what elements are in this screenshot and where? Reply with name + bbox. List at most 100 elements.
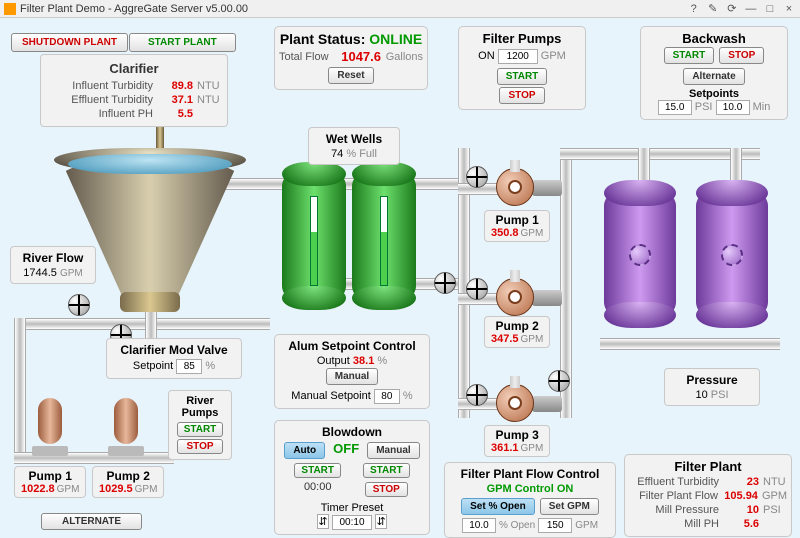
valve-icon xyxy=(466,166,488,188)
valve-icon xyxy=(466,278,488,300)
filter-pump-3-label: Pump 3 361.1GPM xyxy=(484,425,550,457)
help-icon[interactable]: ? xyxy=(687,3,701,15)
gpm-unit: GPM xyxy=(575,520,598,531)
pipe xyxy=(14,318,26,458)
filter-pumps-panel: Filter Pumps ON 1200 GPM START STOP xyxy=(458,26,586,110)
blowdown-title: Blowdown xyxy=(279,425,425,439)
window-title: Filter Plant Demo - AggreGate Server v5.… xyxy=(20,3,685,15)
alum-manual-button[interactable]: Manual xyxy=(326,368,378,385)
pct-open-input[interactable]: 10.0 xyxy=(462,518,496,533)
filter-pump-2-label: Pump 2 347.5GPM xyxy=(484,316,550,348)
total-flow-label: Total Flow xyxy=(279,51,329,63)
filter-pumps-title: Filter Pumps xyxy=(463,31,581,46)
backwash-stop-button[interactable]: STOP xyxy=(719,47,764,64)
app-icon xyxy=(4,3,16,15)
minimize-icon[interactable]: — xyxy=(744,3,758,15)
blowdown-preset-stepper-2[interactable]: ⇵ xyxy=(375,514,387,529)
alum-output-value: 38.1 xyxy=(353,355,374,367)
backwash-start-button[interactable]: START xyxy=(664,47,715,64)
blowdown-preset-stepper[interactable]: ⇵ xyxy=(317,514,329,529)
blowdown-manual-stop-button[interactable]: STOP xyxy=(365,482,408,497)
river-pump-1-icon xyxy=(32,398,68,458)
filter-pumps-start-button[interactable]: START xyxy=(497,68,548,85)
set-pct-open-button[interactable]: Set % Open xyxy=(461,498,535,515)
gpm-input[interactable]: 150 xyxy=(538,518,572,533)
total-flow-unit: Gallons xyxy=(386,51,423,63)
filter-pumps-gpm-input[interactable]: 1200 xyxy=(498,49,538,64)
blowdown-auto-start-button[interactable]: START xyxy=(294,463,341,478)
maximize-icon[interactable]: □ xyxy=(763,3,777,15)
filter-plant-panel: Filter Plant Effluent Turbidity23NTU Fil… xyxy=(624,454,792,537)
backwash-psi-input[interactable]: 15.0 xyxy=(658,100,692,115)
river-flow-value: 1744.5 xyxy=(23,267,57,279)
filter-pump-2-icon xyxy=(496,278,566,318)
total-flow-value: 1047.6 xyxy=(341,49,381,64)
alum-manual-sp-label: Manual Setpoint xyxy=(291,390,371,402)
backwash-min-unit: Min xyxy=(753,101,771,113)
backwash-min-input[interactable]: 10.0 xyxy=(716,100,750,115)
river-pumps-panel: River Pumps START STOP xyxy=(168,390,232,460)
flow-control-title: Filter Plant Flow Control xyxy=(449,467,611,481)
backwash-setpoints-label: Setpoints xyxy=(645,88,783,100)
pipe xyxy=(600,338,780,350)
set-gpm-button[interactable]: Set GPM xyxy=(540,498,599,515)
close-icon[interactable]: × xyxy=(782,3,796,15)
influent-turbidity-label: Influent Turbidity xyxy=(47,80,153,92)
blowdown-manual-button[interactable]: Manual xyxy=(367,442,419,459)
filter-pumps-stop-button[interactable]: STOP xyxy=(499,87,544,104)
filter-pumps-on-label: ON xyxy=(478,50,495,62)
alternate-button[interactable]: ALTERNATE xyxy=(41,513,142,530)
pressure-panel: Pressure 10 PSI xyxy=(664,368,760,406)
river-pumps-stop-button[interactable]: STOP xyxy=(177,439,222,454)
clarifier-mod-valve-panel: Clarifier Mod Valve Setpoint 85 % xyxy=(106,338,242,379)
pressure-title: Pressure xyxy=(671,373,753,387)
wet-wells-unit: % Full xyxy=(346,148,377,160)
blowdown-panel: Blowdown Auto OFF Manual START 00:00 STA… xyxy=(274,420,430,535)
start-plant-button[interactable]: START PLANT xyxy=(129,33,236,52)
cmv-setpoint-label: Setpoint xyxy=(133,360,173,372)
plant-status-label: Plant Status: xyxy=(280,31,366,47)
valve-icon xyxy=(434,272,456,294)
blowdown-preset-input[interactable]: 00:10 xyxy=(332,515,372,530)
backwash-panel: Backwash START STOP Alternate Setpoints … xyxy=(640,26,788,120)
filter-tank-1 xyxy=(604,184,676,324)
blowdown-auto-button[interactable]: Auto xyxy=(284,442,325,459)
river-pumps-title: River Pumps xyxy=(175,395,225,419)
filter-plant-title: Filter Plant xyxy=(629,459,787,474)
reset-button[interactable]: Reset xyxy=(328,67,373,84)
backwash-alternate-button[interactable]: Alternate xyxy=(683,68,744,85)
shutdown-plant-button[interactable]: SHUTDOWN PLANT xyxy=(11,33,128,52)
backwash-psi-unit: PSI xyxy=(695,101,713,113)
river-pump-1-label: Pump 1 1022.8GPM xyxy=(14,466,86,498)
filter-pump-1-icon xyxy=(496,168,566,208)
flow-control-panel: Filter Plant Flow Control GPM Control ON… xyxy=(444,462,616,538)
alum-title: Alum Setpoint Control xyxy=(279,339,425,353)
effluent-turbidity-unit: NTU xyxy=(197,94,221,106)
river-flow-title: River Flow xyxy=(17,251,89,265)
cmv-setpoint-unit: % xyxy=(205,360,215,372)
wet-wells-panel: Wet Wells 74 % Full xyxy=(308,127,400,165)
plant-status-value: ONLINE xyxy=(369,31,422,47)
cmv-setpoint-input[interactable]: 85 xyxy=(176,359,202,374)
river-pumps-start-button[interactable]: START xyxy=(177,422,224,437)
river-flow-panel: River Flow 1744.5 GPM xyxy=(10,246,96,284)
clarifier-panel: Clarifier Influent Turbidity 89.8 NTU Ef… xyxy=(40,54,228,127)
river-pump-2-label: Pump 2 1029.5GPM xyxy=(92,466,164,498)
blowdown-preset-label: Timer Preset xyxy=(279,502,425,514)
blowdown-timer: 00:00 xyxy=(293,481,342,493)
pct-open-unit: % Open xyxy=(499,520,535,531)
wet-well-tank-1 xyxy=(282,166,346,306)
plant-status-panel: Plant Status: ONLINE Total Flow 1047.6 G… xyxy=(274,26,428,90)
alum-manual-sp-input[interactable]: 80 xyxy=(374,389,400,404)
alum-manual-sp-unit: % xyxy=(403,390,413,402)
filter-pump-1-label: Pump 1 350.8GPM xyxy=(484,210,550,242)
river-pump-2-icon xyxy=(108,398,144,458)
pressure-unit: PSI xyxy=(711,389,729,401)
blowdown-manual-start-button[interactable]: START xyxy=(363,463,410,478)
clarifier-mod-valve-title: Clarifier Mod Valve xyxy=(113,343,235,357)
alum-output-label: Output xyxy=(317,355,350,367)
edit-icon[interactable]: ✎ xyxy=(706,2,720,14)
refresh-icon[interactable]: ⟳ xyxy=(725,2,739,14)
filter-tank-2 xyxy=(696,184,768,324)
alum-output-unit: % xyxy=(377,355,387,367)
